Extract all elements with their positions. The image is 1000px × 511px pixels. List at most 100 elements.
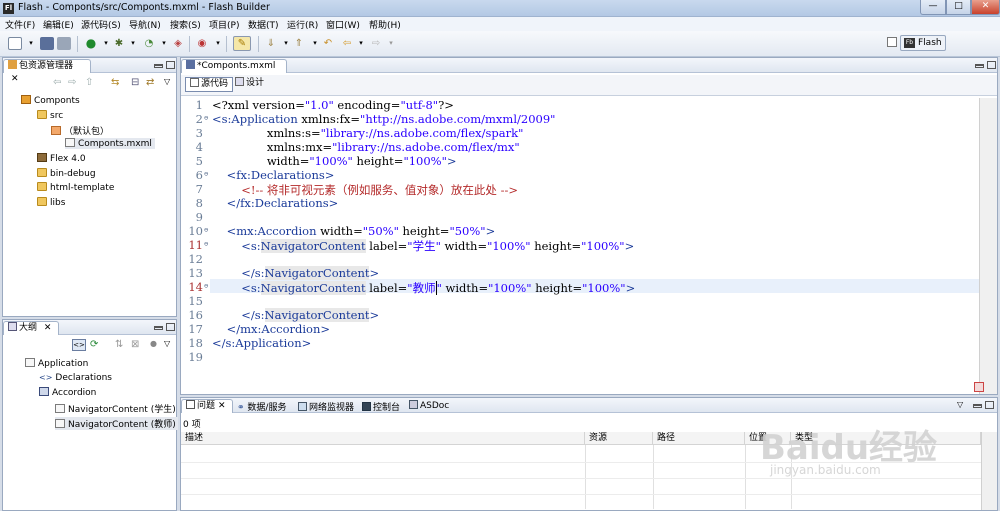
menu-data[interactable]: 数据(T) xyxy=(248,18,279,31)
show-tags-icon[interactable]: <> xyxy=(72,339,86,351)
debug-icon[interactable]: ✱ xyxy=(112,37,126,50)
dot-icon[interactable]: ● xyxy=(150,339,157,348)
code-editor[interactable]: 1 <?xml version="1.0" encoding="utf-8"?>… xyxy=(181,98,979,394)
up-icon[interactable]: ⇧ xyxy=(85,77,93,88)
next-annotation-icon[interactable]: ⇓ xyxy=(264,37,278,50)
sort-icon[interactable]: ⇅ xyxy=(115,339,123,350)
forward-icon[interactable]: ⇨ xyxy=(68,77,76,88)
last-edit-location-icon[interactable]: ↶ xyxy=(321,37,335,50)
folder-icon xyxy=(37,168,47,177)
source-mode-button[interactable]: 源代码 xyxy=(185,77,234,92)
close-button[interactable]: ✕ xyxy=(971,0,1000,15)
tree-item-project[interactable]: Componts xyxy=(21,95,80,106)
outline-item-application[interactable]: Application xyxy=(25,358,88,369)
fold-icon[interactable]: ⊖ xyxy=(204,282,208,290)
design-mode-button[interactable]: 设计 xyxy=(231,77,268,92)
problems-vertical-scrollbar[interactable] xyxy=(981,432,997,510)
maximize-icon[interactable] xyxy=(987,61,996,69)
menu-help[interactable]: 帮助(H) xyxy=(369,18,401,31)
console-icon xyxy=(362,402,371,411)
fold-icon[interactable]: ⊖ xyxy=(204,170,208,178)
menu-file[interactable]: 文件(F) xyxy=(5,18,35,31)
dropdown-arrow-icon[interactable]: ▾ xyxy=(354,37,368,50)
external-tools-icon[interactable]: ◉ xyxy=(195,37,209,50)
link-with-editor-icon[interactable]: ⇄ xyxy=(146,77,154,88)
minimize-icon[interactable] xyxy=(975,64,984,68)
menu-search[interactable]: 搜索(S) xyxy=(170,18,201,31)
column-description[interactable]: 描述 xyxy=(181,432,585,445)
link-editor-icon[interactable]: ⇆ xyxy=(111,77,119,88)
minimize-icon[interactable] xyxy=(973,404,982,408)
dropdown-arrow-icon[interactable]: ▾ xyxy=(279,37,293,50)
profile-icon[interactable]: ◔ xyxy=(142,37,156,50)
open-perspective-icon[interactable] xyxy=(887,37,897,47)
close-icon[interactable]: ✕ xyxy=(44,323,52,333)
tree-item-libs[interactable]: libs xyxy=(37,197,65,208)
filter-icon[interactable]: ⊠ xyxy=(131,339,139,350)
column-resource[interactable]: 资源 xyxy=(585,432,653,445)
dropdown-arrow-icon[interactable]: ▾ xyxy=(211,37,225,50)
back-icon[interactable]: ⇦ xyxy=(340,37,354,50)
close-icon[interactable]: ✕ xyxy=(11,74,19,84)
view-menu-icon[interactable]: ▽ xyxy=(957,400,963,409)
tree-item-flex-sdk[interactable]: Flex 4.0 xyxy=(37,153,86,164)
tree-item-default-package[interactable]: （默认包） xyxy=(51,124,109,137)
minimize-icon[interactable] xyxy=(154,64,163,68)
column-path[interactable]: 路径 xyxy=(653,432,745,445)
outline-item-navigator-teacher[interactable]: NavigatorContent (教师) xyxy=(55,417,178,430)
collapse-all-icon[interactable]: ⊟ xyxy=(131,77,139,88)
editor-vertical-scrollbar[interactable] xyxy=(979,98,997,394)
run-icon[interactable]: ● xyxy=(84,37,98,50)
menu-run[interactable]: 运行(R) xyxy=(287,18,318,31)
menu-navigate[interactable]: 导航(N) xyxy=(129,18,161,31)
minimize-icon[interactable] xyxy=(154,326,163,330)
tab-problems[interactable]: 问题 ✕ xyxy=(181,399,233,413)
dropdown-arrow-icon[interactable]: ▾ xyxy=(308,37,322,50)
tab-package-explorer[interactable]: 包资源管理器 ✕ xyxy=(3,59,91,84)
export-release-icon[interactable]: ◈ xyxy=(171,37,185,50)
tab-componts-mxml[interactable]: *Componts.mxml ✕ xyxy=(181,59,287,84)
tree-item-html-template[interactable]: html-template xyxy=(37,182,114,193)
dropdown-arrow-icon[interactable]: ▾ xyxy=(99,37,113,50)
maximize-icon[interactable] xyxy=(166,323,175,331)
tab-outline[interactable]: 大纲 ✕ xyxy=(3,321,59,335)
minimize-button[interactable]: — xyxy=(920,0,946,15)
refresh-icon[interactable]: ⟳ xyxy=(90,339,98,350)
dropdown-arrow-icon[interactable]: ▾ xyxy=(384,37,398,50)
maximize-button[interactable]: □ xyxy=(946,0,971,15)
menu-edit[interactable]: 编辑(E) xyxy=(43,18,74,31)
fold-icon[interactable]: ⊖ xyxy=(204,226,208,234)
tab-asdoc[interactable]: ASDoc xyxy=(409,400,449,411)
view-menu-icon[interactable]: ▽ xyxy=(164,339,170,348)
menu-window[interactable]: 窗口(W) xyxy=(326,18,360,31)
outline-item-navigator-student[interactable]: NavigatorContent (学生) xyxy=(55,402,176,415)
outline-item-accordion[interactable]: Accordion xyxy=(39,387,96,398)
close-icon[interactable]: ✕ xyxy=(218,401,226,411)
tree-item-componts-mxml[interactable]: Componts.mxml xyxy=(65,138,155,149)
view-menu-icon[interactable]: ▽ xyxy=(164,77,170,86)
fold-icon[interactable]: ⊖ xyxy=(204,114,208,122)
maximize-icon[interactable] xyxy=(985,401,994,409)
forward-icon[interactable]: ⇨ xyxy=(369,37,383,50)
menu-source[interactable]: 源代码(S) xyxy=(81,18,121,31)
dropdown-arrow-icon[interactable]: ▾ xyxy=(157,37,171,50)
flash-perspective-button[interactable]: Fb Flash xyxy=(900,35,946,51)
mark-occurrences-icon[interactable]: ✎ xyxy=(233,36,251,51)
new-icon[interactable] xyxy=(8,37,22,50)
tab-network-monitor[interactable]: 网络监视器 xyxy=(298,400,354,413)
menu-project[interactable]: 项目(P) xyxy=(209,18,239,31)
back-icon[interactable]: ⇦ xyxy=(53,77,61,88)
tab-console[interactable]: 控制台 xyxy=(362,400,400,413)
tree-item-bin-debug[interactable]: bin-debug xyxy=(37,168,96,179)
dropdown-arrow-icon[interactable]: ▾ xyxy=(24,37,38,50)
outline-item-declarations[interactable]: <> Declarations xyxy=(39,373,112,383)
line-number: 14 xyxy=(188,280,203,294)
dropdown-arrow-icon[interactable]: ▾ xyxy=(126,37,140,50)
save-icon[interactable] xyxy=(40,37,54,50)
fold-icon[interactable]: ⊖ xyxy=(204,240,208,248)
tab-data-services[interactable]: ⚭ 数据/服务 xyxy=(237,400,286,413)
print-icon[interactable] xyxy=(57,37,71,50)
maximize-icon[interactable] xyxy=(166,61,175,69)
previous-annotation-icon[interactable]: ⇑ xyxy=(292,37,306,50)
tree-item-src[interactable]: src xyxy=(37,110,63,121)
